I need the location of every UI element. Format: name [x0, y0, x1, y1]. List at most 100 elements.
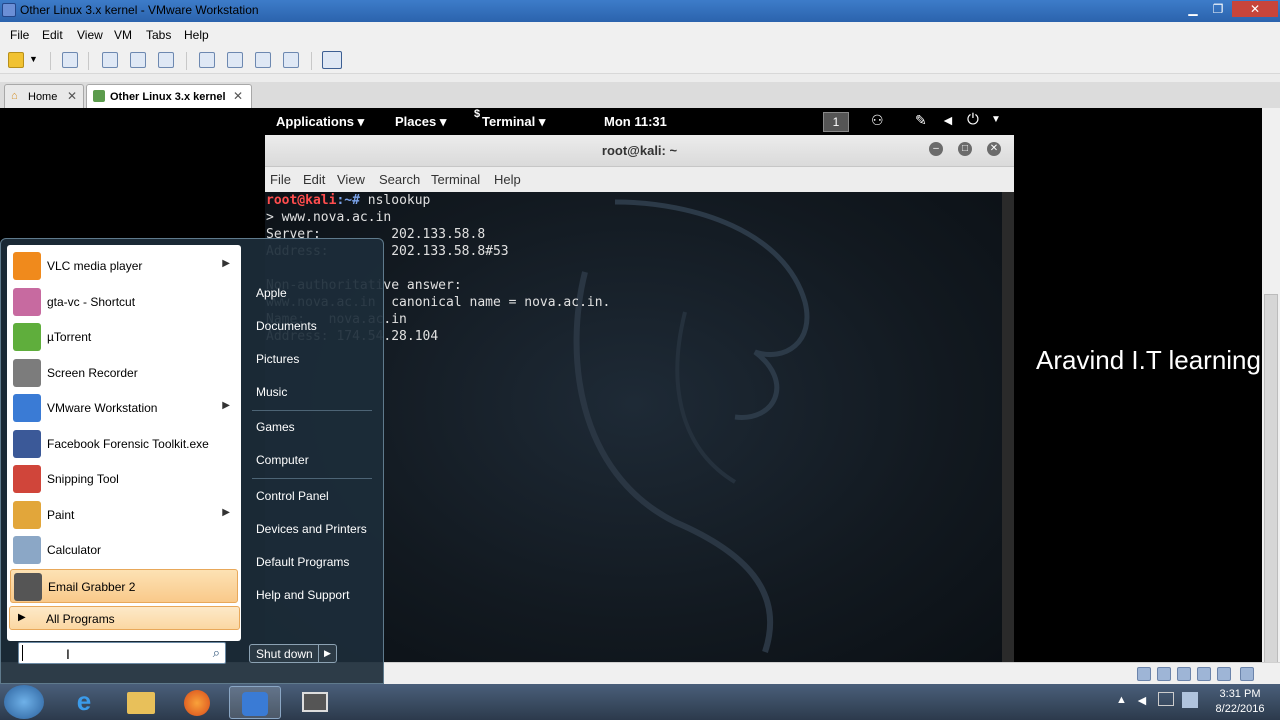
- terminal-maximize-icon[interactable]: □: [958, 142, 972, 156]
- tab-close-icon[interactable]: ✕: [67, 89, 77, 103]
- program-item[interactable]: VMware Workstation ▶: [10, 391, 238, 425]
- toolbar-spacer: [0, 74, 1280, 82]
- show-hidden-icons[interactable]: ▲: [1116, 694, 1127, 706]
- send-ctrl-alt-del-icon[interactable]: [62, 52, 78, 68]
- terminal-minimize-icon[interactable]: –: [929, 142, 943, 156]
- close-button[interactable]: ✕: [1232, 1, 1278, 17]
- tab-home[interactable]: ⌂ Home ✕: [4, 84, 84, 108]
- prompt-user: root@kali: [266, 193, 337, 208]
- menu-vm[interactable]: VM: [114, 28, 132, 42]
- start-right-item[interactable]: Default Programs: [256, 555, 349, 569]
- network-adapter-icon[interactable]: [1177, 667, 1191, 681]
- scissors-icon: [13, 465, 41, 493]
- menu-tabs[interactable]: Tabs: [146, 28, 171, 42]
- terminal-scrollbar[interactable]: [1002, 192, 1014, 662]
- action-center-icon[interactable]: [1182, 692, 1198, 708]
- gnome-clock[interactable]: Mon 11:31: [604, 114, 667, 129]
- cd-drive-icon[interactable]: [1157, 667, 1171, 681]
- all-programs-button[interactable]: ▶ All Programs: [9, 606, 240, 630]
- terminal-menu-edit[interactable]: Edit: [303, 172, 325, 187]
- show-library-icon[interactable]: [199, 52, 215, 68]
- revert-snapshot-icon[interactable]: [130, 52, 146, 68]
- terminal-menu-search[interactable]: Search: [379, 172, 420, 187]
- display-icon[interactable]: [1240, 667, 1254, 681]
- start-right-item[interactable]: Computer: [256, 453, 309, 467]
- search-icon[interactable]: ⌕: [213, 645, 220, 661]
- thumbnail-bar-icon[interactable]: [227, 52, 243, 68]
- start-right-item[interactable]: Games: [256, 420, 295, 434]
- terminal-title: root@kali: ~: [601, 143, 678, 158]
- start-right-item[interactable]: Help and Support: [256, 588, 349, 602]
- program-item[interactable]: Paint ▶: [10, 498, 238, 532]
- file-explorer-icon[interactable]: [115, 686, 167, 719]
- network-icon[interactable]: [1158, 692, 1174, 706]
- power-icon[interactable]: ⏻: [967, 111, 979, 128]
- hard-disk-icon[interactable]: [1137, 667, 1151, 681]
- vmware-taskbar-icon[interactable]: [229, 686, 281, 719]
- toolbar: ▼: [0, 48, 1280, 74]
- program-item[interactable]: µTorrent: [10, 320, 238, 354]
- places-menu[interactable]: Places ▾: [395, 114, 446, 130]
- program-item[interactable]: VLC media player ▶: [10, 249, 238, 283]
- start-search-input[interactable]: ⌕: [18, 642, 226, 664]
- program-item[interactable]: Calculator: [10, 533, 238, 567]
- windows-start-icon[interactable]: [4, 685, 44, 719]
- usb-icon[interactable]: [1197, 667, 1211, 681]
- program-item[interactable]: Screen Recorder: [10, 356, 238, 390]
- tab-close-icon[interactable]: ✕: [233, 89, 243, 103]
- internet-explorer-icon[interactable]: e: [58, 686, 110, 719]
- taskbar-clock[interactable]: 3:31 PM 8/22/2016: [1205, 687, 1275, 717]
- screen-recorder-taskbar-icon[interactable]: [288, 686, 340, 719]
- start-right-item[interactable]: Apple: [256, 286, 287, 300]
- menu-help[interactable]: Help: [184, 28, 209, 42]
- snapshot-manager-icon[interactable]: [158, 52, 174, 68]
- pause-icon[interactable]: [8, 52, 24, 68]
- program-item[interactable]: Facebook Forensic Toolkit.exe: [10, 427, 238, 461]
- program-item[interactable]: gta-vc - Shortcut: [10, 285, 238, 319]
- start-right-item[interactable]: Documents: [256, 319, 317, 333]
- maximize-button[interactable]: ❐: [1207, 1, 1229, 17]
- terminal-menu-view[interactable]: View: [337, 172, 365, 187]
- program-item[interactable]: Snipping Tool: [10, 462, 238, 496]
- volume-icon[interactable]: ◄: [941, 112, 955, 128]
- firefox-icon[interactable]: [172, 686, 224, 719]
- sound-card-icon[interactable]: [1217, 667, 1231, 681]
- submenu-arrow-icon[interactable]: ▶: [222, 507, 230, 518]
- terminal-menu-help[interactable]: Help: [494, 172, 521, 187]
- vm-vertical-scrollbar[interactable]: [1262, 108, 1280, 720]
- menu-separator: [252, 410, 372, 411]
- shutdown-label: Shut down: [256, 647, 313, 661]
- start-right-item[interactable]: Control Panel: [256, 489, 329, 503]
- terminal-menu-file[interactable]: File: [270, 172, 291, 187]
- shutdown-button[interactable]: Shut down ▶: [249, 644, 337, 663]
- chevron-down-icon[interactable]: ▼: [991, 114, 1001, 125]
- start-right-item[interactable]: Devices and Printers: [256, 522, 367, 536]
- tab-linux-vm[interactable]: Other Linux 3.x kernel ✕: [86, 84, 252, 108]
- scrollbar-thumb[interactable]: [1264, 294, 1278, 720]
- shutdown-options-arrow-icon[interactable]: ▶: [318, 645, 336, 662]
- unity-icon[interactable]: [283, 52, 299, 68]
- chevron-down-icon[interactable]: ▼: [29, 54, 38, 64]
- workspace-indicator[interactable]: 1: [823, 112, 849, 132]
- tab-home-label: Home: [28, 91, 58, 103]
- snapshot-icon[interactable]: [102, 52, 118, 68]
- users-icon[interactable]: ⚇: [871, 112, 884, 129]
- minimize-button[interactable]: ▁: [1182, 1, 1204, 17]
- menu-edit[interactable]: Edit: [42, 28, 63, 42]
- speaker-icon[interactable]: ◄: [1135, 692, 1149, 708]
- start-right-item[interactable]: Music: [256, 385, 287, 399]
- menu-file[interactable]: File: [10, 28, 29, 42]
- applications-menu[interactable]: Applications ▾: [276, 114, 364, 130]
- tools-icon[interactable]: ✎: [915, 112, 927, 129]
- terminal-app-menu[interactable]: Terminal ▾: [482, 114, 545, 130]
- start-right-item[interactable]: Pictures: [256, 352, 299, 366]
- terminal-menu-terminal[interactable]: Terminal: [431, 172, 480, 187]
- program-item[interactable]: Email Grabber 2: [10, 568, 238, 603]
- full-screen-icon[interactable]: [255, 52, 271, 68]
- menu-view[interactable]: View: [77, 28, 103, 42]
- submenu-arrow-icon[interactable]: ▶: [222, 258, 230, 269]
- program-label: Email Grabber 2: [48, 579, 136, 594]
- console-view-icon[interactable]: [322, 51, 342, 69]
- terminal-close-icon[interactable]: ✕: [987, 142, 1001, 156]
- submenu-arrow-icon[interactable]: ▶: [222, 400, 230, 411]
